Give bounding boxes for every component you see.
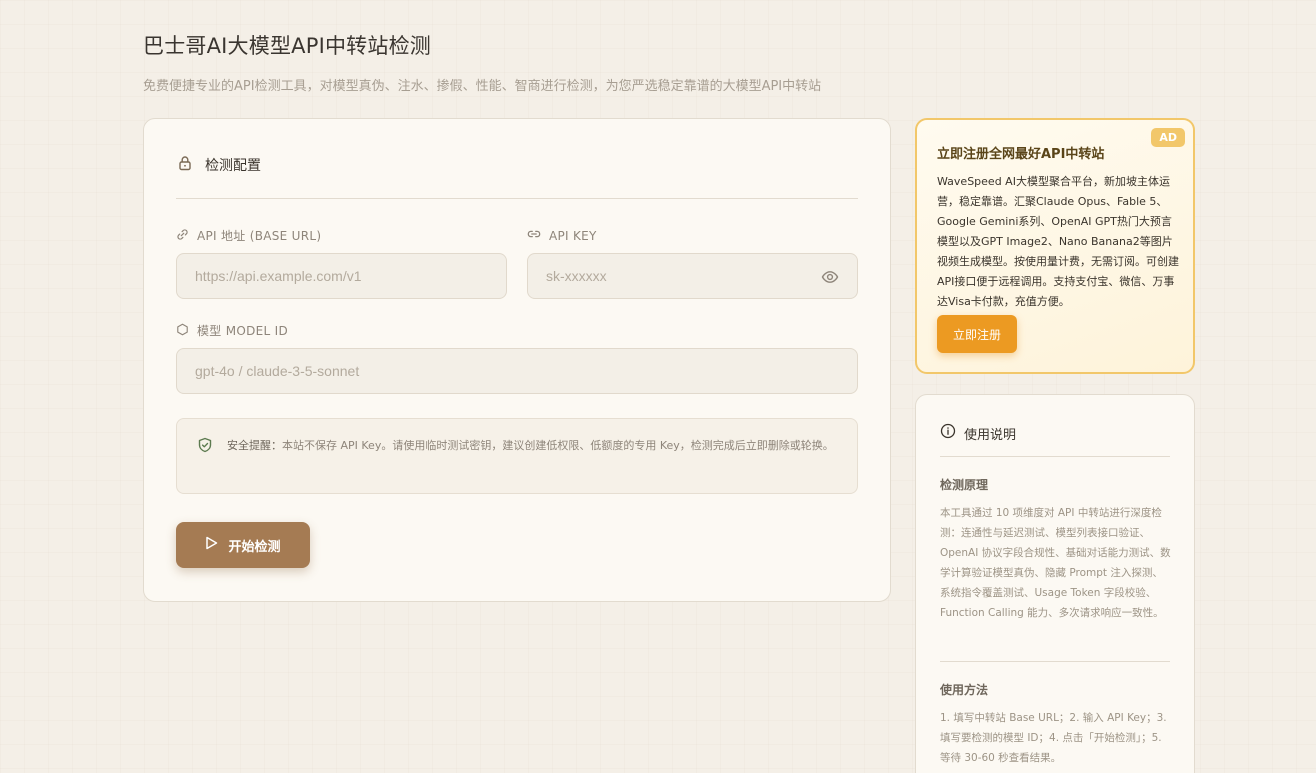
help-header: 使用说明 [940, 423, 1016, 443]
principle-text: 本工具通过 10 项维度对 API 中转站进行深度检测：连通性与延迟测试、模型列… [940, 507, 1171, 619]
page-subtitle: 免费便捷专业的API检测工具，对模型真伪、注水、掺假、性能、智商进行检测，为您严… [143, 79, 822, 94]
usage-title: 使用方法 [940, 683, 989, 697]
model-label: 模型 MODEL ID [176, 322, 288, 339]
config-divider [176, 198, 858, 199]
lock-icon [177, 155, 193, 175]
principle-title: 检测原理 [940, 478, 989, 492]
config-header: 检测配置 [177, 155, 261, 175]
usage-text: 1. 填写中转站 Base URL；2. 输入 API Key；3. 填写要检测… [940, 712, 1167, 764]
api-key-label: API KEY [527, 227, 597, 244]
info-icon [940, 423, 956, 443]
ad-title: 立即注册全网最好API中转站 [937, 147, 1105, 162]
start-detection-button[interactable]: 开始检测 [176, 522, 310, 568]
help-title: 使用说明 [964, 427, 1017, 443]
play-icon [205, 536, 218, 554]
ad-description: WaveSpeed AI大模型聚合平台，新加坡主体运营，稳定靠谱。汇聚Claud… [937, 175, 1179, 308]
ad-card: AD 立即注册全网最好API中转站 WaveSpeed AI大模型聚合平台，新加… [915, 118, 1195, 374]
shield-check-icon [197, 437, 213, 457]
help-divider [940, 456, 1170, 457]
api-key-input[interactable] [546, 268, 839, 284]
api-key-field[interactable] [527, 253, 858, 299]
page-title: 巴士哥AI大模型API中转站检测 [143, 34, 431, 58]
config-card: 检测配置 API 地址 (BASE URL) API KEY [143, 118, 891, 602]
model-field[interactable] [176, 348, 858, 394]
base-url-label: API 地址 (BASE URL) [176, 227, 321, 244]
register-button[interactable]: 立即注册 [937, 315, 1017, 353]
cube-icon [176, 323, 189, 339]
eye-icon[interactable] [821, 268, 839, 286]
base-url-field[interactable] [176, 253, 507, 299]
chain-icon [527, 227, 541, 244]
config-title: 检测配置 [205, 158, 261, 174]
security-notice: 安全提醒：本站不保存 API Key。请使用临时测试密钥，建议创建低权限、低额度… [176, 418, 858, 494]
base-url-input[interactable] [195, 268, 488, 284]
link-icon [176, 228, 189, 244]
help-divider-2 [940, 661, 1170, 662]
ad-badge: AD [1151, 128, 1185, 147]
model-input[interactable] [195, 363, 839, 379]
notice-text: 安全提醒：本站不保存 API Key。请使用临时测试密钥，建议创建低权限、低额度… [227, 439, 834, 452]
help-card: 使用说明 检测原理 本工具通过 10 项维度对 API 中转站进行深度检测：连通… [915, 394, 1195, 773]
